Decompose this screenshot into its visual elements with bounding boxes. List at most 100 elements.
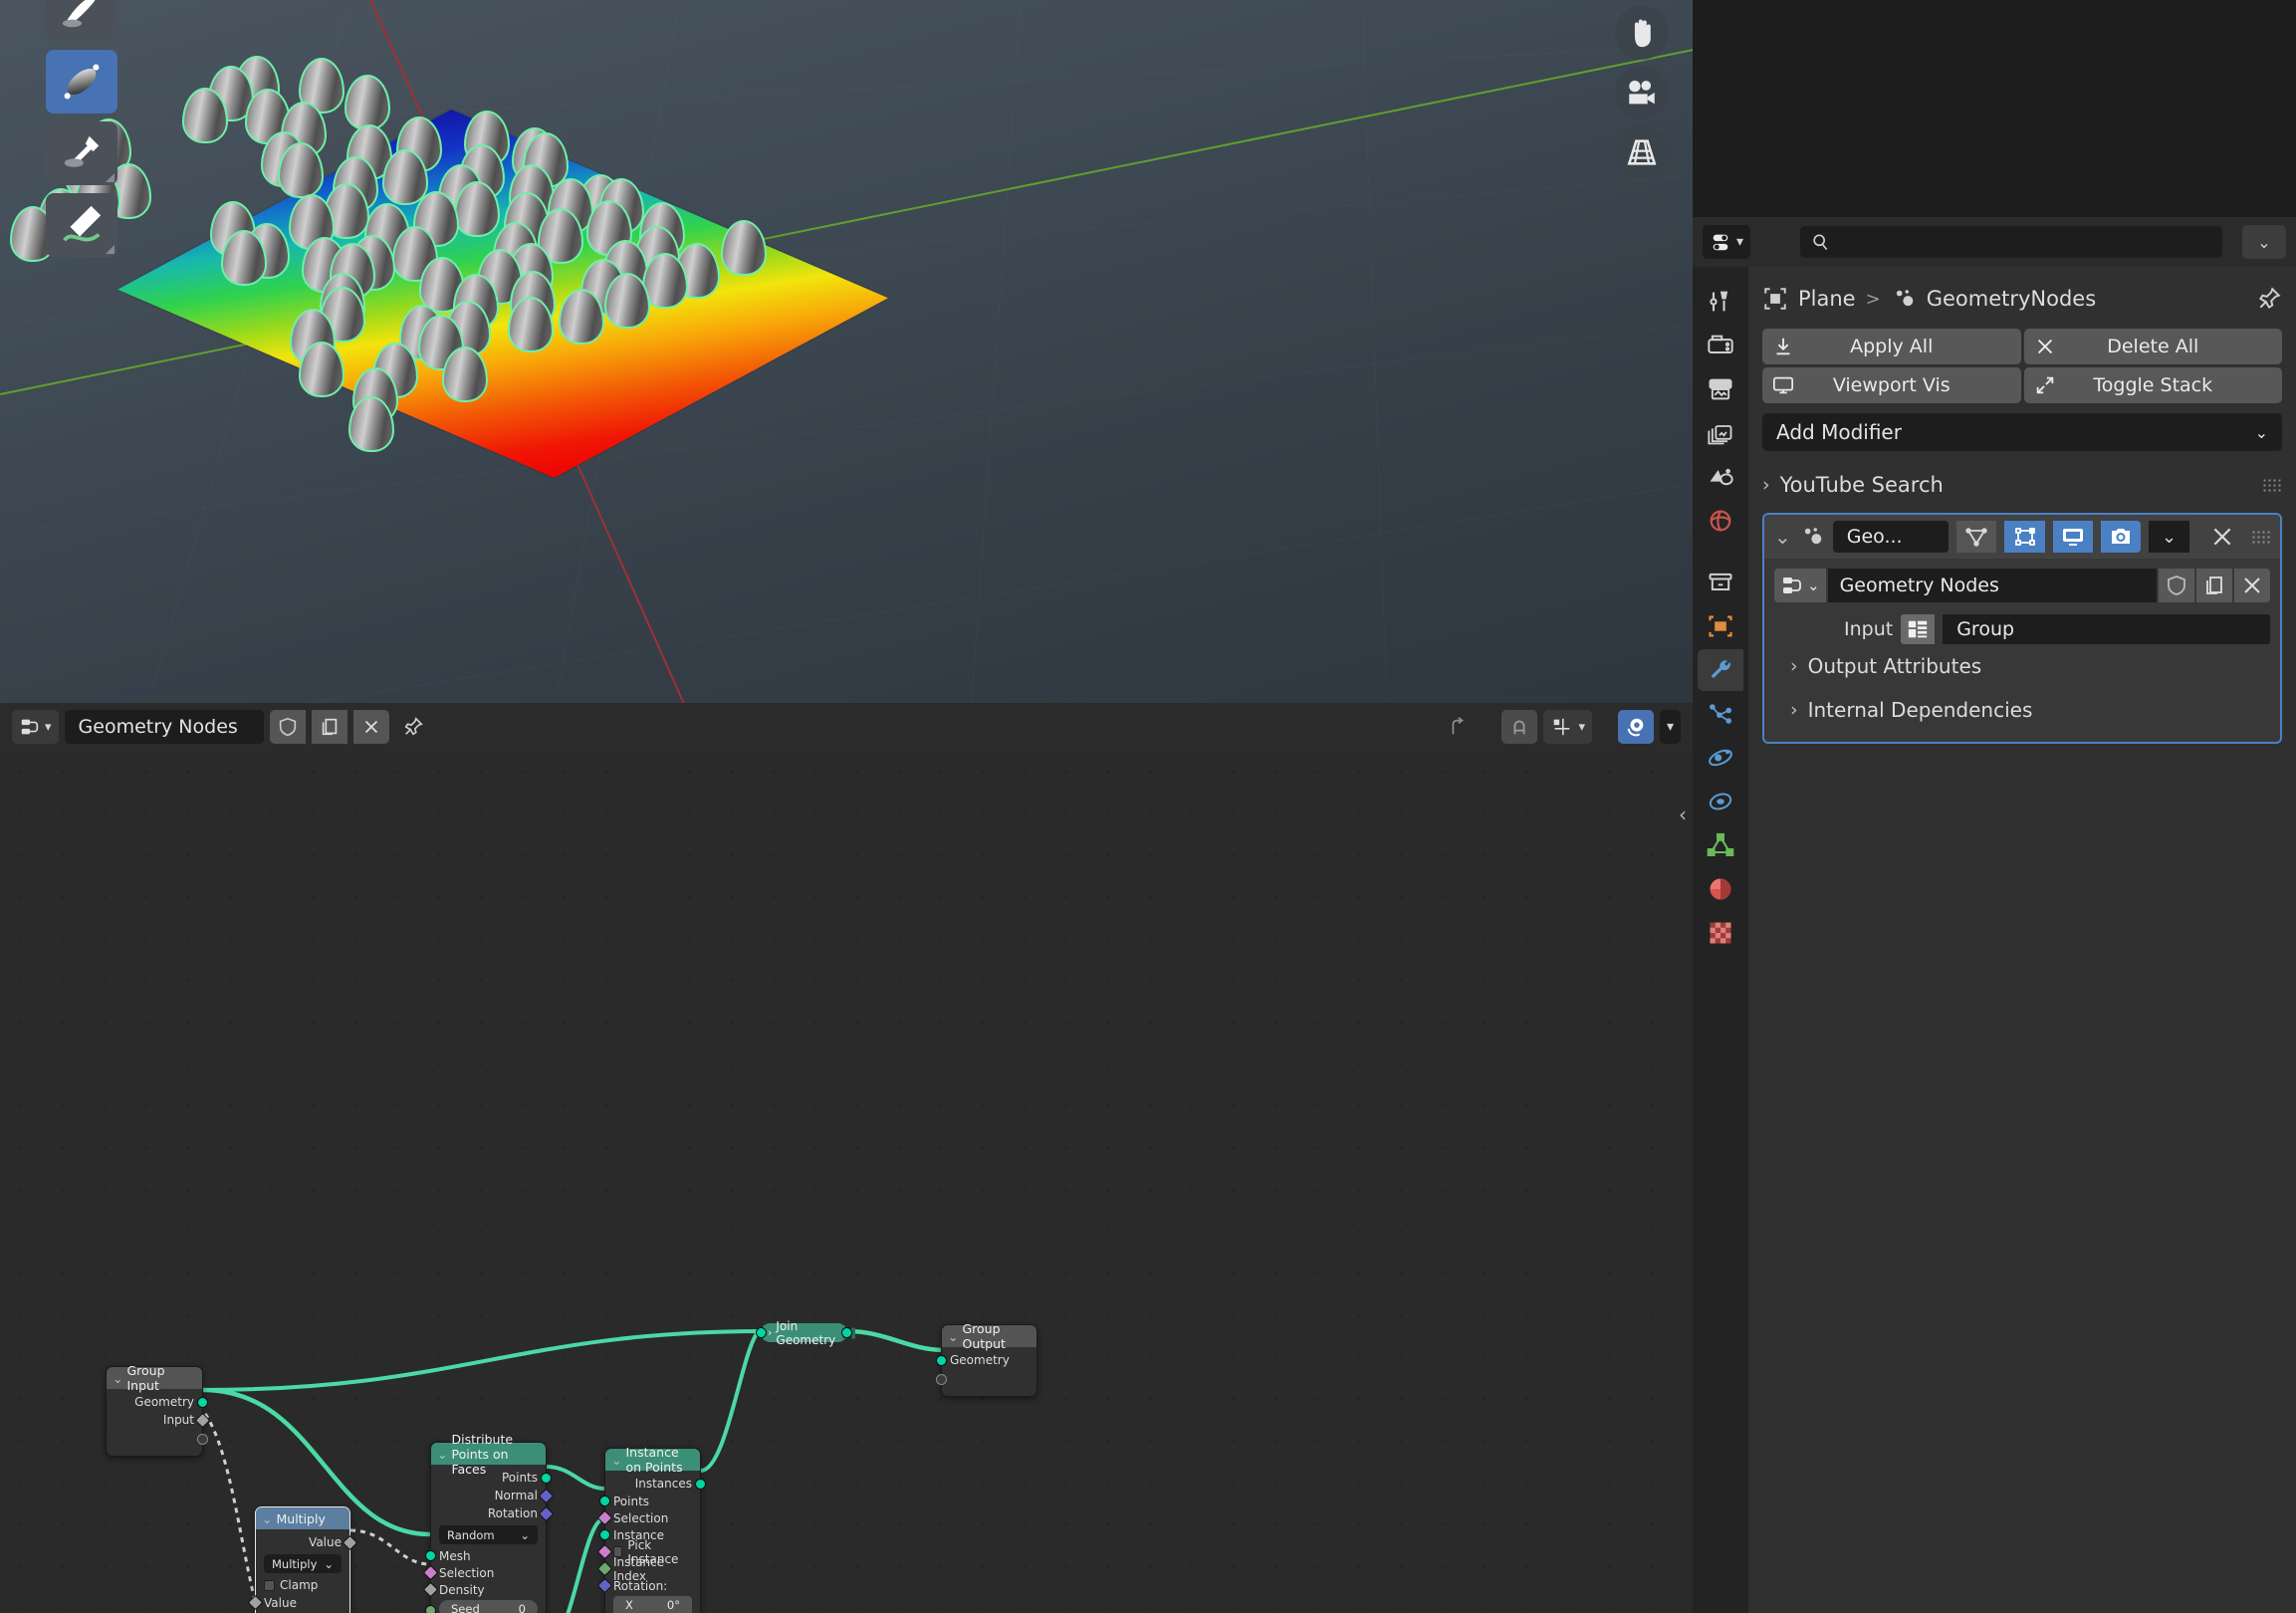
socket-rotation[interactable] — [538, 1505, 555, 1521]
chevron-right-icon[interactable]: › — [1790, 655, 1798, 677]
node-distribute-points-on-faces[interactable]: ⌄ Distribute Points on Faces Points Norm… — [422, 1432, 555, 1613]
socket-virtual[interactable] — [936, 1373, 947, 1385]
socket-density[interactable] — [422, 1581, 439, 1598]
panel-output-attributes[interactable]: › Output Attributes — [1774, 644, 2270, 688]
attribute-toggle-icon[interactable] — [1901, 614, 1936, 644]
chevron-down-icon[interactable]: ⌄ — [113, 1371, 122, 1386]
rotation-row[interactable]: Rotation: — [596, 1577, 700, 1594]
socket-row[interactable]: Instance Index — [596, 1555, 700, 1583]
chevron-right-icon[interactable]: › — [1790, 699, 1798, 721]
drag-dots-icon[interactable] — [2250, 530, 2270, 544]
node-editor-header[interactable]: ▾ Geometry Nodes ▾ ▾ — [0, 703, 1693, 751]
socket-row[interactable]: Selection — [422, 1564, 546, 1581]
pin-icon[interactable] — [2256, 286, 2282, 312]
clamp-checkbox-row[interactable]: Clamp — [256, 1576, 349, 1594]
tab-object[interactable] — [1698, 605, 1743, 647]
move-view-gizmo[interactable] — [1615, 6, 1669, 60]
realtime-display-toggle[interactable] — [2052, 521, 2094, 553]
socket-row[interactable]: Value — [256, 1533, 358, 1551]
tool-gradient[interactable] — [46, 50, 117, 114]
clamp-checkbox[interactable] — [264, 1579, 275, 1591]
tab-texture[interactable] — [1698, 912, 1743, 954]
panel-internal-dependencies[interactable]: › Internal Dependencies — [1774, 688, 2270, 732]
socket-value-output[interactable] — [342, 1534, 358, 1550]
socket-points-in[interactable] — [599, 1496, 610, 1506]
chevron-down-icon[interactable]: ⌄ — [262, 1511, 272, 1526]
node-header[interactable]: ⌄ Distribute Points on Faces — [431, 1432, 546, 1477]
shield-icon[interactable] — [269, 710, 306, 744]
node-join-geometry[interactable]: › Join Geometry ❚❚ — [756, 1319, 858, 1347]
unlink-node-tree-icon[interactable] — [352, 710, 389, 744]
input-value[interactable]: Group — [1943, 614, 2270, 644]
chevron-right-icon[interactable]: › — [768, 1326, 772, 1339]
socket-selection[interactable] — [422, 1564, 439, 1581]
tab-tool[interactable] — [1698, 281, 1743, 323]
chevron-right-icon[interactable]: › — [1762, 474, 1770, 496]
chevron-down-icon[interactable]: ⌄ — [948, 1329, 958, 1344]
node-header[interactable]: ⌄ Group Input — [107, 1363, 202, 1393]
socket-rotation-in[interactable] — [596, 1577, 613, 1594]
tool-sample-weight[interactable] — [46, 121, 117, 185]
duplicate-icon[interactable] — [311, 710, 347, 744]
socket-row[interactable]: Points — [431, 1469, 552, 1487]
node-sidebar-toggle[interactable]: ‹ — [1675, 795, 1691, 834]
socket-input[interactable] — [194, 1412, 211, 1428]
tab-output[interactable] — [1698, 368, 1743, 410]
duplicate-icon[interactable] — [2196, 569, 2232, 602]
delete-all-button[interactable]: Delete All — [2023, 329, 2282, 364]
socket-value-a[interactable] — [247, 1594, 264, 1611]
node-header[interactable]: ⌄ Instance on Points — [605, 1445, 700, 1475]
breadcrumb-modifier[interactable]: GeometryNodes — [1927, 287, 2096, 311]
on-cage-toggle[interactable] — [2004, 521, 2045, 553]
socket-row[interactable]: Mesh — [425, 1547, 546, 1564]
render-display-toggle[interactable] — [2101, 521, 2142, 553]
toggle-stack-button[interactable]: Toggle Stack — [2023, 367, 2282, 403]
socket-geometry-out[interactable] — [841, 1327, 852, 1338]
socket-virtual[interactable] — [197, 1433, 208, 1445]
socket-row[interactable]: Rotation — [431, 1504, 555, 1522]
apply-all-button[interactable]: Apply All — [1762, 329, 2021, 364]
chevron-down-icon[interactable]: ⌄ — [1774, 525, 1791, 549]
tab-object-data[interactable] — [1698, 824, 1743, 866]
tool-draw-face-sets[interactable] — [46, 0, 117, 42]
socket-row[interactable]: Geometry — [936, 1351, 1036, 1369]
modifier-name-field[interactable]: Geo... — [1832, 521, 1950, 553]
chevron-down-icon[interactable]: ⌄ — [437, 1447, 447, 1462]
tab-render[interactable] — [1698, 325, 1743, 366]
node-instance-on-points[interactable]: ⌄ Instance on Points Instances Points Se… — [596, 1445, 706, 1613]
properties-editor-icon[interactable]: ▾ — [1703, 225, 1751, 259]
socket-row-empty[interactable] — [936, 1369, 1036, 1389]
3d-viewport[interactable] — [0, 0, 1693, 703]
browse-node-tree-icon[interactable]: ⌄ — [1774, 569, 1826, 602]
search-input[interactable] — [1800, 226, 2222, 258]
tab-view-layer[interactable] — [1698, 412, 1743, 454]
socket-row[interactable]: Density — [422, 1581, 546, 1598]
search-field[interactable] — [1838, 231, 2212, 253]
node-group-output[interactable]: ⌄ Group Output Geometry — [936, 1321, 1037, 1397]
socket-row[interactable]: Normal — [431, 1487, 555, 1504]
properties-header[interactable]: ▾ ⌄ — [1693, 217, 2296, 267]
viewport-vis-button[interactable]: Viewport Vis — [1762, 367, 2021, 403]
socket-geometry-in[interactable] — [756, 1327, 767, 1338]
viewport-toolbar[interactable] — [46, 0, 117, 257]
add-modifier-button[interactable]: Add Modifier ⌄ — [1762, 413, 2282, 451]
modifier-action-buttons[interactable]: Apply All Delete All Viewport Vis Toggle… — [1762, 329, 2282, 403]
tool-annotate[interactable] — [46, 193, 117, 257]
modifier-input-row[interactable]: Input Group — [1774, 614, 2270, 644]
unlink-icon[interactable] — [2234, 569, 2270, 602]
socket-geometry[interactable] — [936, 1354, 947, 1366]
overlays-icon[interactable] — [1617, 710, 1654, 744]
socket-mesh[interactable] — [425, 1550, 436, 1561]
socket-row[interactable]: Value — [247, 1594, 349, 1611]
camera-view-gizmo[interactable] — [1615, 66, 1669, 119]
toggle-perspective-gizmo[interactable] — [1615, 125, 1669, 179]
tab-world[interactable] — [1698, 500, 1743, 542]
tab-particles[interactable] — [1698, 693, 1743, 735]
breadcrumb-object[interactable]: Plane — [1798, 287, 1856, 311]
tab-collection[interactable] — [1698, 562, 1743, 603]
edit-mode-display-toggle[interactable] — [1956, 521, 1997, 553]
browse-node-tree-icon[interactable]: ▾ — [12, 710, 59, 744]
seed-field[interactable]: Seed 0 — [439, 1600, 538, 1613]
socket-row[interactable]: Selection — [596, 1509, 700, 1526]
rotation-x-field[interactable]: X 0° — [613, 1596, 692, 1613]
